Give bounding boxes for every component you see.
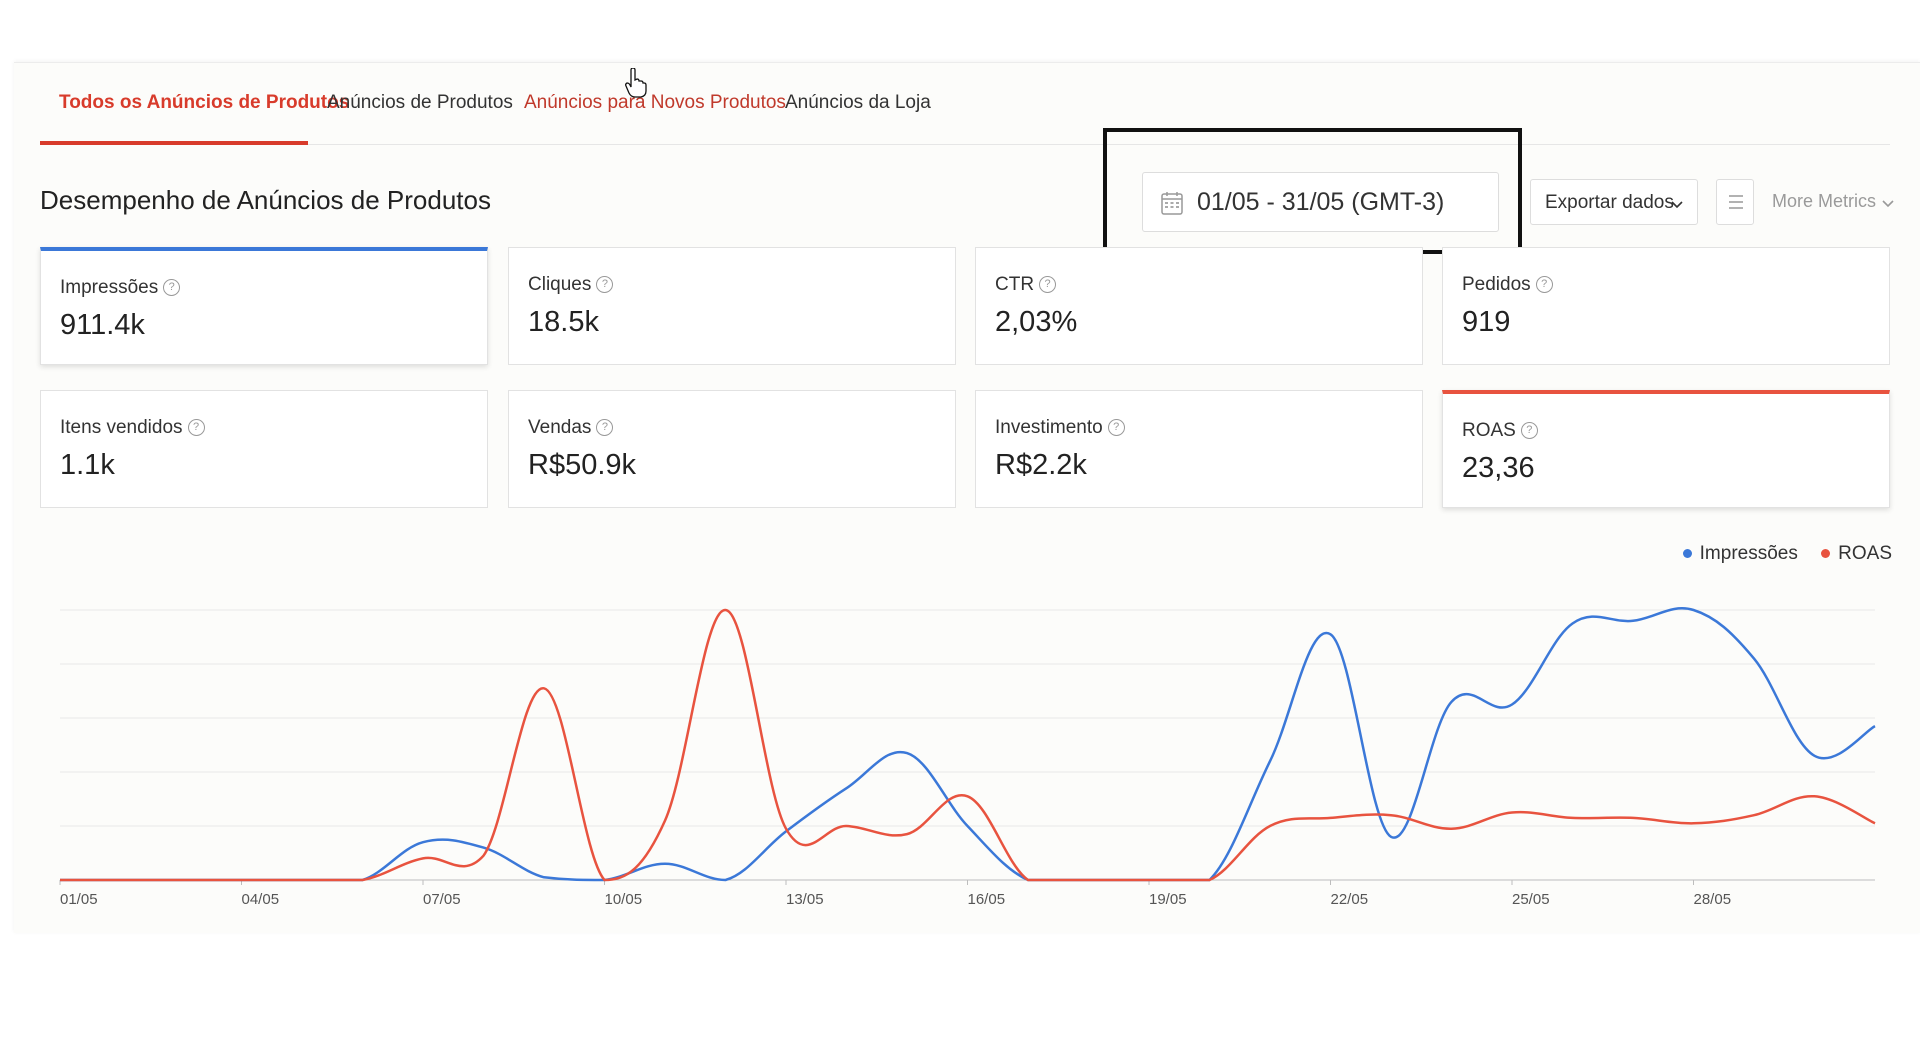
x-tick-label: 19/05 xyxy=(1149,891,1187,908)
x-tick-label: 16/05 xyxy=(968,891,1006,908)
x-tick-label: 13/05 xyxy=(786,891,824,908)
series-line-impressions xyxy=(60,607,1876,882)
x-tick-label: 25/05 xyxy=(1512,891,1550,908)
x-tick-label: 01/05 xyxy=(60,891,98,908)
line-chart: 01/05 04/05 07/05 10/05 13/05 16/05 19/05 22/05… xyxy=(59,607,1876,908)
x-tick-label: 28/05 xyxy=(1694,891,1732,908)
hand-cursor-icon xyxy=(625,67,647,103)
x-tick-label: 22/05 xyxy=(1331,891,1369,908)
x-tick-label: 04/05 xyxy=(242,891,280,908)
series-line-roas xyxy=(60,608,1876,882)
x-tick-label: 10/05 xyxy=(605,891,643,908)
x-tick-label: 07/05 xyxy=(423,891,461,908)
